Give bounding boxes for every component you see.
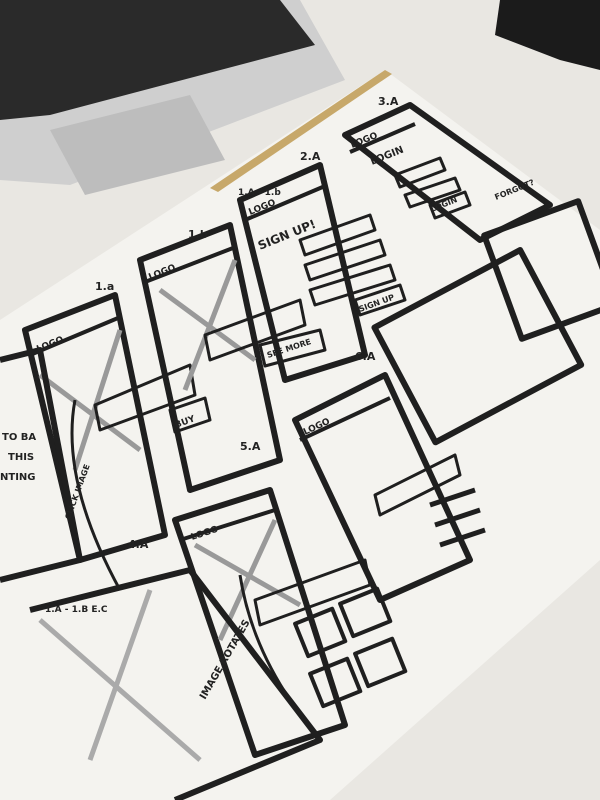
screen-id-5a: 5.A [240, 440, 261, 453]
screen-id-1b: 1.b [188, 228, 208, 241]
wireframe-photo: 1.a LOGO BUY 1.b LOGO SEE MORE 2.A 1.A -… [0, 0, 600, 800]
screen-range-4a: 1.A - 1.B E.C [45, 605, 108, 615]
note-left-3: NTING [0, 472, 36, 483]
screen-id-2a: 2.A [300, 150, 321, 163]
note-left-1: TO BA [2, 432, 36, 443]
screen-id-1a: 1.a [95, 280, 114, 293]
screen-id-6a: 6.A [355, 350, 376, 363]
note-left-2: THIS [8, 452, 34, 463]
screen-id-3a: 3.A [378, 95, 399, 108]
screen-range-2a: 1.A - 1.b [238, 188, 281, 198]
screen-id-4a: 4.A [128, 538, 149, 551]
